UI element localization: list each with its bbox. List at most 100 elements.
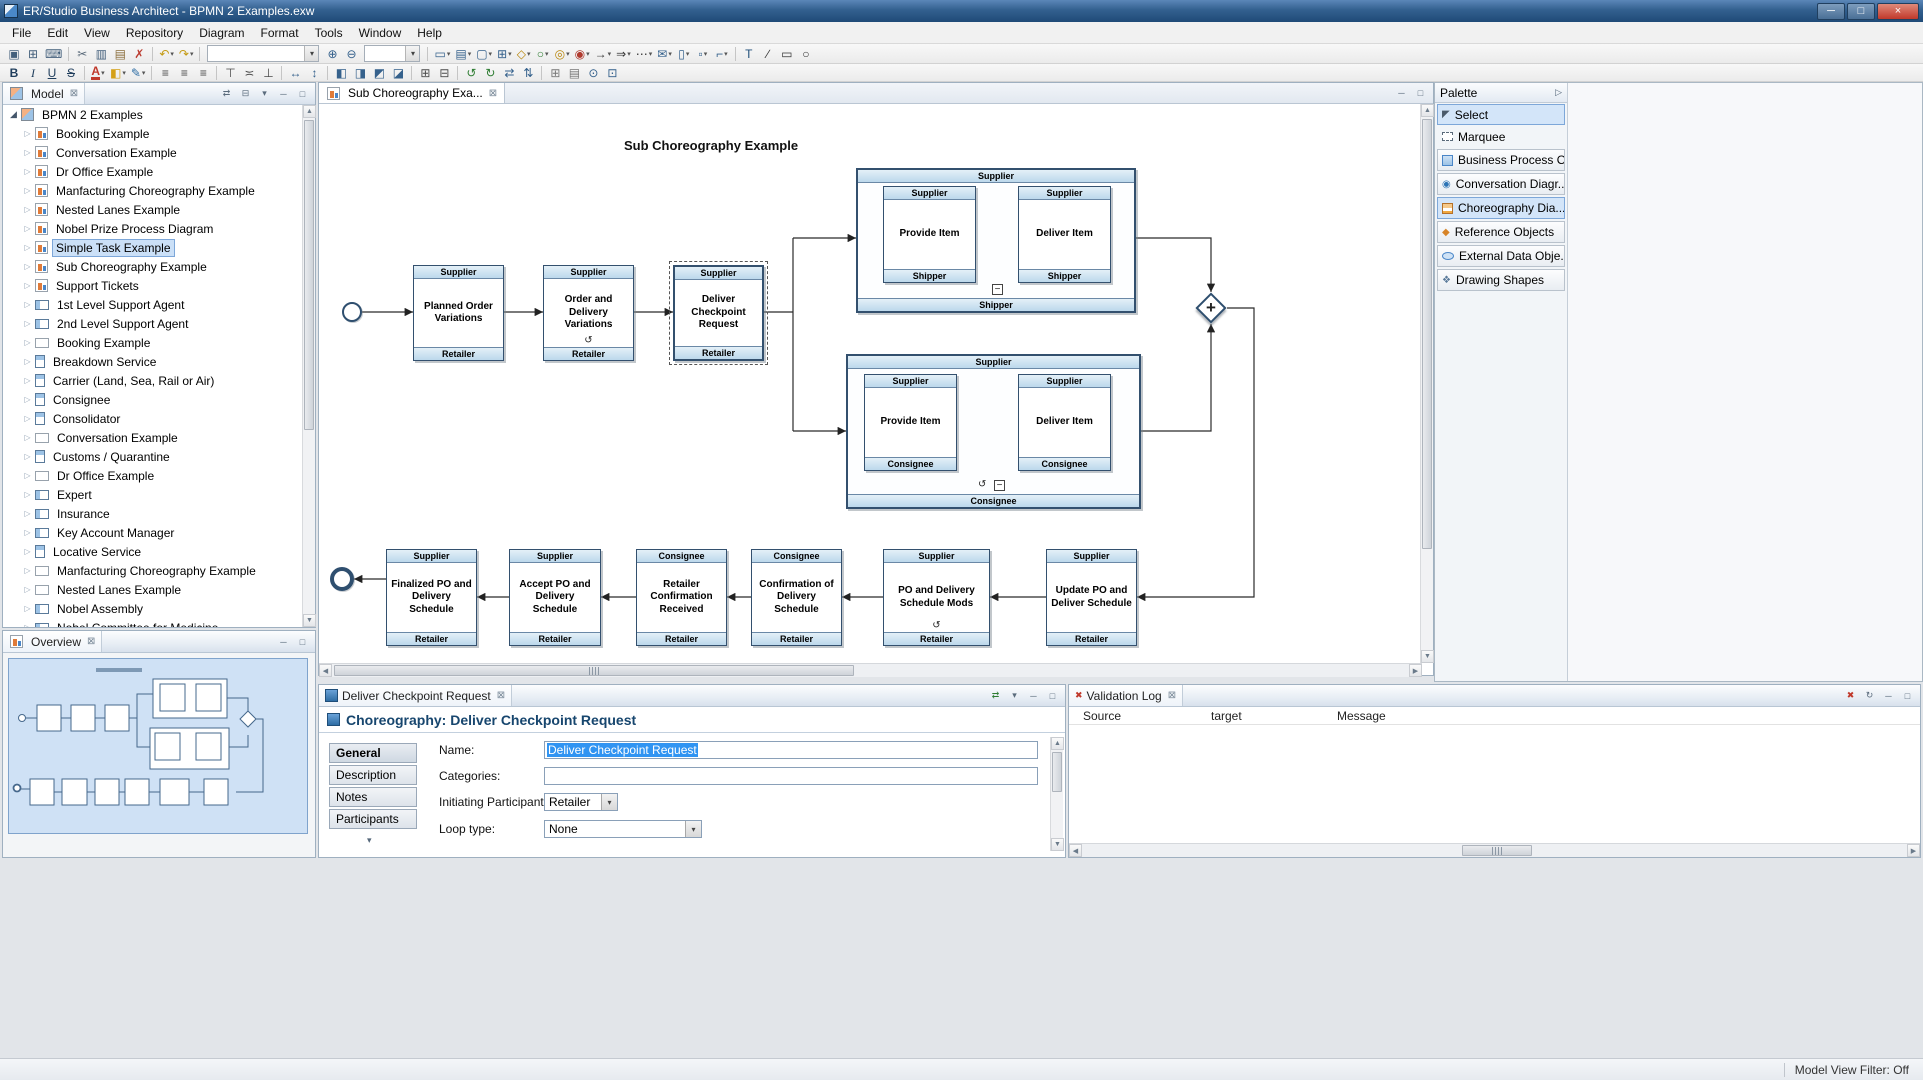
- dropdown-caret-icon[interactable]: ▾: [142, 69, 146, 77]
- tree-collapsed-arrow-icon[interactable]: ▷: [21, 395, 34, 404]
- save-icon[interactable]: ▣: [5, 45, 23, 62]
- scrollbar-thumb[interactable]: [1422, 119, 1432, 549]
- tree-item[interactable]: ▷Conversation Example: [3, 428, 302, 447]
- tree-collapsed-arrow-icon[interactable]: ▷: [21, 281, 34, 290]
- tree-collapsed-arrow-icon[interactable]: ▷: [21, 376, 34, 385]
- choreography-task[interactable]: SupplierPO and Delivery Schedule ModsRet…: [883, 549, 990, 646]
- scroll-down-button[interactable]: ▼: [1051, 838, 1064, 851]
- minimize-button[interactable]: ─: [1817, 3, 1845, 20]
- tree-item[interactable]: ◢BPMN 2 Examples: [3, 105, 302, 124]
- tree-collapsed-arrow-icon[interactable]: ▷: [21, 129, 34, 138]
- palette-collapse-arrow-icon[interactable]: ▷: [1555, 87, 1562, 98]
- dropdown-caret-icon[interactable]: ▾: [704, 50, 708, 58]
- model-tree-scrollbar[interactable]: ▲ ▼: [302, 105, 315, 627]
- menu-item-file[interactable]: File: [4, 23, 39, 43]
- group-tool-icon[interactable]: ▫▾: [694, 45, 712, 62]
- validation-log-body[interactable]: [1069, 725, 1920, 843]
- annotation-tool-icon[interactable]: ⌐▾: [713, 45, 731, 62]
- tree-collapsed-arrow-icon[interactable]: ▷: [21, 148, 34, 157]
- maximize-panel-icon[interactable]: □: [1413, 86, 1428, 101]
- categories-input[interactable]: [544, 767, 1038, 785]
- subprocess-tool-icon[interactable]: ⊞▾: [495, 45, 514, 62]
- tree-collapsed-arrow-icon[interactable]: ▷: [21, 186, 34, 195]
- align-bottom-icon[interactable]: ⊥: [259, 64, 277, 81]
- tree-expanded-arrow-icon[interactable]: ◢: [7, 109, 20, 120]
- choreography-task[interactable]: SupplierFinalized PO and Delivery Schedu…: [386, 549, 477, 646]
- paste-icon[interactable]: ▤: [111, 45, 129, 62]
- zoom-level-combo[interactable]: ▾: [364, 45, 420, 62]
- rectangle-tool-icon[interactable]: ▭: [778, 45, 796, 62]
- maximize-panel-icon[interactable]: □: [1900, 688, 1915, 703]
- window-titlebar[interactable]: ER/Studio Business Architect - BPMN 2 Ex…: [0, 0, 1923, 22]
- close-tab-icon[interactable]: ⊠: [70, 88, 78, 99]
- minimize-panel-icon[interactable]: ─: [1881, 688, 1896, 703]
- palette-tool-marquee[interactable]: Marquee: [1437, 126, 1565, 147]
- canvas-vertical-scrollbar[interactable]: ▲ ▼: [1420, 104, 1433, 663]
- tree-item[interactable]: ▷Locative Service: [3, 542, 302, 561]
- palette-tool-select[interactable]: ◤ Select: [1437, 104, 1565, 125]
- tree-item[interactable]: ▷Nested Lanes Example: [3, 200, 302, 219]
- tree-item[interactable]: ▷Nobel Committee for Medicine: [3, 618, 302, 627]
- send-backward-icon[interactable]: ◪: [389, 64, 407, 81]
- properties-panel-tab[interactable]: Deliver Checkpoint Request ⊠: [319, 685, 512, 706]
- italic-icon[interactable]: I: [24, 64, 42, 81]
- start-event-tool-icon[interactable]: ○▾: [534, 45, 552, 62]
- tree-collapsed-arrow-icon[interactable]: ▷: [21, 243, 34, 252]
- menu-item-repository[interactable]: Repository: [118, 23, 191, 43]
- layers-icon[interactable]: ▤: [565, 64, 583, 81]
- scrollbar-track[interactable]: [332, 664, 1409, 677]
- choreography-task[interactable]: ConsigneeConfirmation of Delivery Schedu…: [751, 549, 842, 646]
- lane-tool-icon[interactable]: ▤▾: [453, 45, 473, 62]
- tree-item[interactable]: ▷Nested Lanes Example: [3, 580, 302, 599]
- more-tabs-icon[interactable]: ▾: [367, 835, 372, 846]
- tree-collapsed-arrow-icon[interactable]: ▷: [21, 319, 34, 328]
- dropdown-arrow-icon[interactable]: ▾: [685, 821, 701, 837]
- align-center-icon[interactable]: ≡: [175, 64, 193, 81]
- dropdown-caret-icon[interactable]: ▾: [489, 50, 493, 58]
- tree-item[interactable]: ▷Breakdown Service: [3, 352, 302, 371]
- dropdown-arrow-icon[interactable]: ▾: [304, 46, 318, 61]
- choreography-task[interactable]: SupplierProvide ItemConsignee: [864, 374, 957, 471]
- tree-collapsed-arrow-icon[interactable]: ▷: [21, 205, 34, 214]
- menu-item-view[interactable]: View: [76, 23, 118, 43]
- overview-panel-tab[interactable]: Overview ⊠: [3, 631, 102, 652]
- close-button[interactable]: ×: [1877, 3, 1919, 20]
- fit-to-window-icon[interactable]: ⊡: [603, 64, 621, 81]
- dropdown-caret-icon[interactable]: ▾: [627, 50, 631, 58]
- tree-collapsed-arrow-icon[interactable]: ▷: [21, 604, 34, 613]
- palette-group-choreography-diagram[interactable]: Choreography Dia...: [1437, 197, 1565, 219]
- same-width-icon[interactable]: ↔: [286, 64, 304, 81]
- choreography-task[interactable]: SupplierAccept PO and Delivery ScheduleR…: [509, 549, 601, 646]
- flip-vertical-icon[interactable]: ⇅: [519, 64, 537, 81]
- dropdown-caret-icon[interactable]: ▾: [668, 50, 672, 58]
- sequence-flow-tool-icon[interactable]: →▾: [593, 45, 614, 62]
- scroll-left-button[interactable]: ◀: [319, 664, 332, 677]
- tree-item[interactable]: ▷Customs / Quarantine: [3, 447, 302, 466]
- scroll-up-button[interactable]: ▲: [1051, 737, 1064, 750]
- font-color-icon[interactable]: A▾: [89, 64, 107, 81]
- tree-item[interactable]: ▷Sub Choreography Example: [3, 257, 302, 276]
- data-object-tool-icon[interactable]: ▯▾: [675, 45, 693, 62]
- scrollbar-track[interactable]: [1082, 844, 1907, 857]
- overview-thumbnail[interactable]: [8, 658, 308, 834]
- initiating-participant-select[interactable]: Retailer ▾: [544, 793, 618, 811]
- tree-item[interactable]: ▷Booking Example: [3, 124, 302, 143]
- menu-item-edit[interactable]: Edit: [39, 23, 76, 43]
- rotate-left-icon[interactable]: ↺: [462, 64, 480, 81]
- maximize-button[interactable]: □: [1847, 3, 1875, 20]
- dropdown-arrow-icon[interactable]: ▾: [405, 46, 419, 61]
- dropdown-arrow-icon[interactable]: ▾: [601, 794, 617, 810]
- dropdown-caret-icon[interactable]: ▾: [190, 50, 194, 58]
- maximize-panel-icon[interactable]: □: [1045, 688, 1060, 703]
- model-panel-tab[interactable]: Model ⊠: [3, 83, 85, 104]
- send-to-back-icon[interactable]: ◨: [351, 64, 369, 81]
- save-all-icon[interactable]: ⊞: [24, 45, 42, 62]
- parallel-gateway[interactable]: +: [1195, 292, 1227, 324]
- dropdown-caret-icon[interactable]: ▾: [527, 50, 531, 58]
- same-height-icon[interactable]: ↕: [305, 64, 323, 81]
- choreography-task[interactable]: SupplierUpdate PO and Deliver ScheduleRe…: [1046, 549, 1137, 646]
- tree-item[interactable]: ▷Expert: [3, 485, 302, 504]
- dropdown-caret-icon[interactable]: ▾: [468, 50, 472, 58]
- diagram-tab[interactable]: Sub Choreography Exa... ⊠: [319, 83, 505, 103]
- close-tab-icon[interactable]: ⊠: [489, 88, 497, 99]
